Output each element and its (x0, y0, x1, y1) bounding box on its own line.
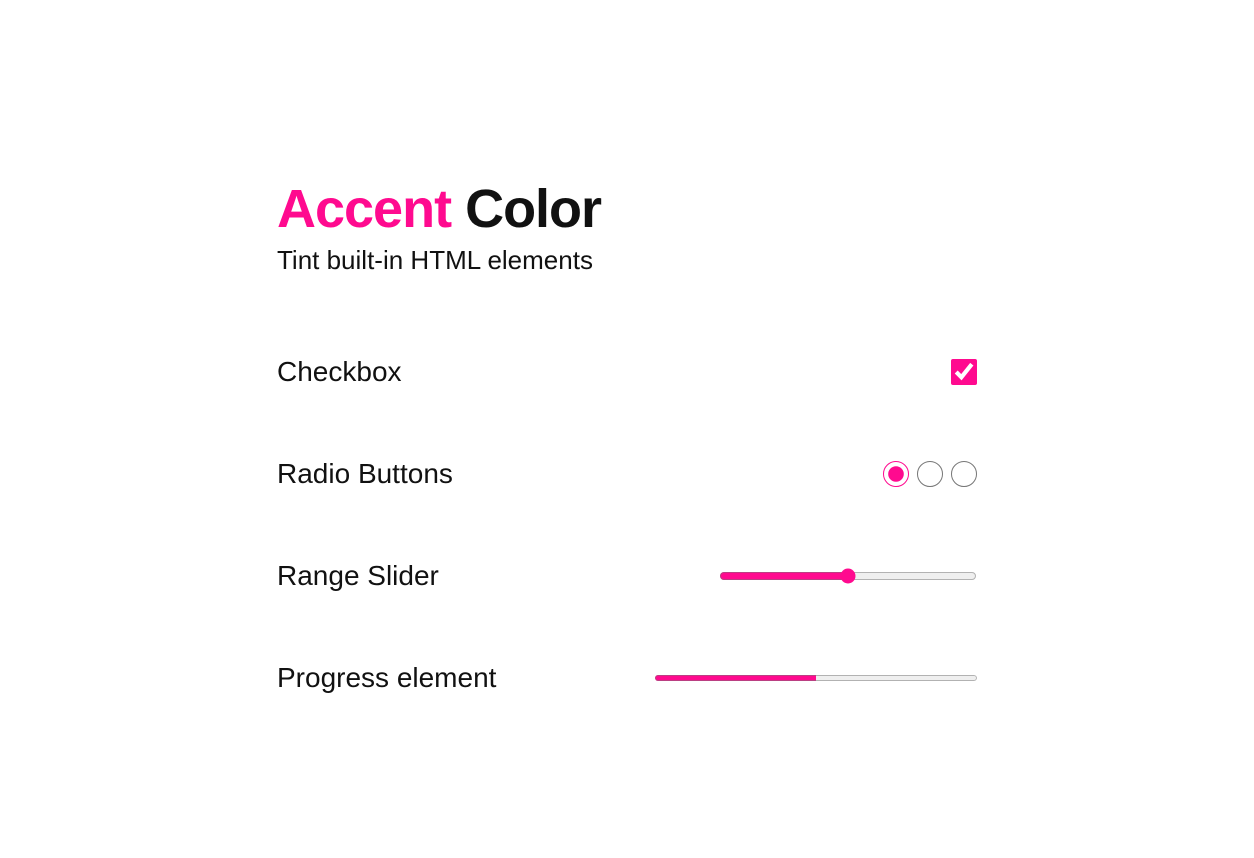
title-accent-word: Accent (277, 179, 451, 239)
radio-option-2[interactable] (917, 461, 943, 487)
progress-label: Progress element (277, 662, 496, 694)
radio-option-1[interactable] (883, 461, 909, 487)
radio-option-3[interactable] (951, 461, 977, 487)
checkbox-input[interactable] (951, 359, 977, 385)
radio-group (883, 461, 977, 487)
progress-row: Progress element (277, 662, 977, 694)
checkbox-label: Checkbox (277, 356, 402, 388)
title-rest: Color (451, 179, 601, 239)
range-label: Range Slider (277, 560, 439, 592)
page-title: Accent Color (277, 180, 977, 239)
range-row: Range Slider (277, 560, 977, 592)
radio-label: Radio Buttons (277, 458, 453, 490)
range-slider[interactable] (719, 568, 977, 584)
content-container: Accent Color Tint built-in HTML elements… (277, 180, 977, 694)
checkbox-row: Checkbox (277, 356, 977, 388)
radio-row: Radio Buttons (277, 458, 977, 490)
progress-bar (655, 672, 977, 684)
page-subtitle: Tint built-in HTML elements (277, 245, 977, 276)
